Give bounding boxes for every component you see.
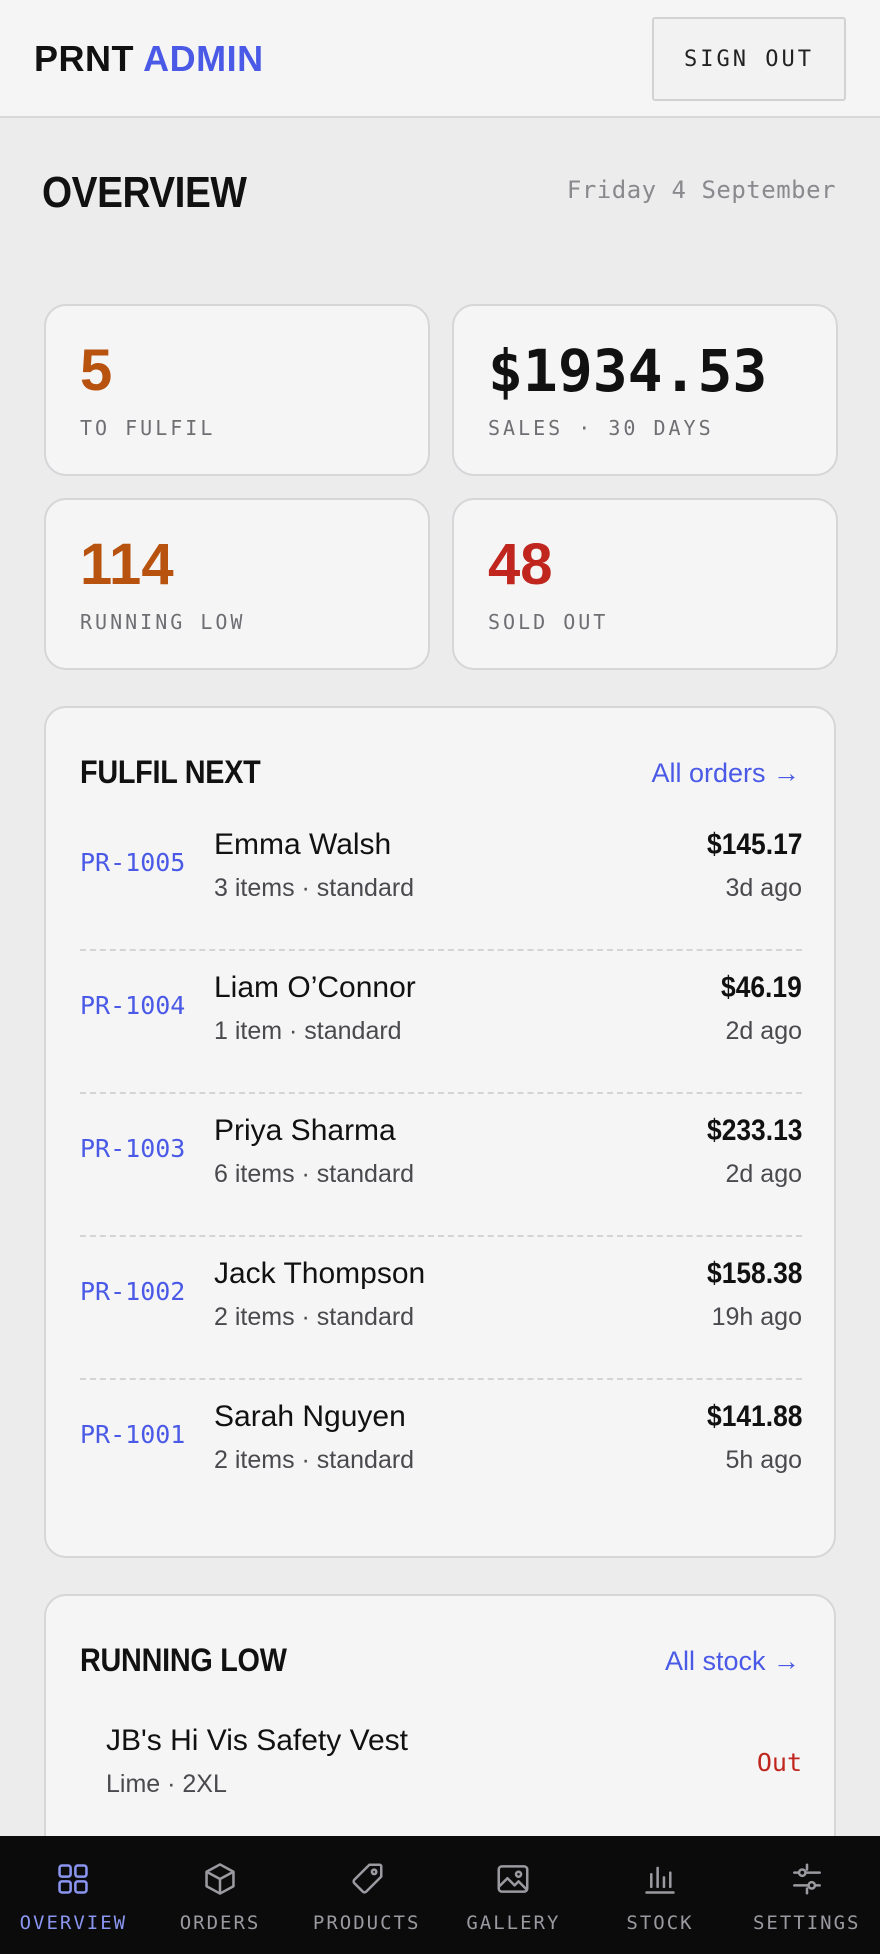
- stat-label: SALES · 30 DAYS: [488, 416, 714, 440]
- stat-value: 48: [488, 532, 553, 597]
- stat-card-sales[interactable]: $1934.53 SALES · 30 DAYS: [452, 304, 838, 476]
- fulfil-next-panel: FULFIL NEXT All orders → PR-1005 Emma Wa…: [44, 706, 836, 1558]
- order-row[interactable]: PR-1001 Sarah Nguyen 2 items · standard …: [80, 1380, 802, 1523]
- tag-icon: [352, 1863, 383, 1894]
- order-age: 3d ago: [725, 874, 802, 902]
- nav-item-stock[interactable]: STOCK: [587, 1836, 734, 1954]
- customer-name: Sarah Nguyen: [214, 1400, 406, 1433]
- bottom-nav: OVERVIEW ORDERS PRODUCTS GALLERY STOCK S…: [0, 1836, 880, 1954]
- order-age: 2d ago: [725, 1017, 802, 1045]
- stat-label: TO FULFIL: [80, 416, 216, 440]
- all-stock-link[interactable]: All stock →: [665, 1646, 800, 1677]
- order-age: 5h ago: [725, 1446, 802, 1474]
- customer-name: Emma Walsh: [214, 828, 392, 861]
- nav-item-products[interactable]: PRODUCTS: [293, 1836, 440, 1954]
- page-title: OVERVIEW: [42, 168, 247, 217]
- nav-label: ORDERS: [179, 1912, 261, 1934]
- sliders-icon: [792, 1863, 821, 1895]
- order-age: 19h ago: [711, 1303, 802, 1331]
- order-meta: 6 items · standard: [214, 1160, 415, 1188]
- box-icon: [205, 1863, 235, 1895]
- order-amount: $158.38: [706, 1257, 802, 1290]
- stat-card-sold-out[interactable]: 48 SOLD OUT: [452, 498, 838, 670]
- nav-item-gallery[interactable]: GALLERY: [440, 1836, 587, 1954]
- grid-icon: [58, 1864, 89, 1894]
- customer-name: Liam O’Connor: [214, 971, 416, 1004]
- order-meta: 1 item · standard: [214, 1017, 402, 1045]
- nav-item-overview[interactable]: OVERVIEW: [0, 1836, 147, 1954]
- stat-value: 114: [80, 532, 174, 597]
- product-variant: Lime · 2XL: [106, 1770, 227, 1798]
- current-date: Friday 4 September: [566, 176, 836, 204]
- nav-item-settings[interactable]: SETTINGS: [733, 1836, 880, 1954]
- order-row[interactable]: PR-1002 Jack Thompson 2 items · standard…: [80, 1237, 802, 1380]
- order-id: PR-1002: [80, 1277, 186, 1306]
- brand-name: PRNT: [34, 38, 134, 79]
- order-amount: $46.19: [721, 971, 802, 1004]
- order-id: PR-1003: [80, 1134, 186, 1163]
- order-row[interactable]: PR-1003 Priya Sharma 6 items · standard …: [80, 1094, 802, 1237]
- brand-logo[interactable]: PRNT ADMIN: [34, 38, 264, 80]
- customer-name: Jack Thompson: [214, 1257, 426, 1290]
- stat-card-running-low[interactable]: 114 RUNNING LOW: [44, 498, 430, 670]
- order-id: PR-1004: [80, 991, 186, 1020]
- stock-row[interactable]: JB's Hi Vis Safety Vest Lime · 2XL Out: [80, 1724, 802, 1844]
- all-orders-link[interactable]: All orders →: [651, 758, 800, 789]
- top-bar: PRNT ADMIN SIGN OUT: [0, 0, 880, 118]
- order-age: 2d ago: [725, 1160, 802, 1188]
- order-amount: $145.17: [706, 828, 802, 861]
- stock-status: Out: [756, 1748, 802, 1777]
- panel-title: FULFIL NEXT: [80, 754, 261, 790]
- sign-out-button[interactable]: SIGN OUT: [652, 17, 846, 101]
- nav-label: PRODUCTS: [312, 1912, 421, 1934]
- nav-label: STOCK: [626, 1912, 694, 1934]
- order-amount: $233.13: [706, 1114, 802, 1147]
- brand-admin-label: ADMIN: [143, 38, 264, 79]
- image-icon: [497, 1865, 529, 1893]
- order-amount: $141.88: [706, 1400, 802, 1433]
- nav-item-orders[interactable]: ORDERS: [147, 1836, 294, 1954]
- order-row[interactable]: PR-1004 Liam O’Connor 1 item · standard …: [80, 951, 802, 1094]
- order-row[interactable]: PR-1005 Emma Walsh 3 items · standard $1…: [80, 808, 802, 951]
- stat-card-to-fulfil[interactable]: 5 TO FULFIL: [44, 304, 430, 476]
- bar-chart-icon: [645, 1866, 675, 1894]
- order-id: PR-1001: [80, 1420, 186, 1449]
- stat-value: $1934.53: [488, 337, 768, 405]
- stat-label: SOLD OUT: [488, 610, 609, 634]
- nav-label: GALLERY: [466, 1912, 561, 1934]
- product-name: JB's Hi Vis Safety Vest: [106, 1724, 408, 1757]
- order-meta: 3 items · standard: [214, 874, 415, 902]
- stat-label: RUNNING LOW: [80, 610, 246, 634]
- nav-label: SETTINGS: [752, 1912, 861, 1934]
- order-id: PR-1005: [80, 848, 186, 877]
- panel-title: RUNNING LOW: [80, 1642, 287, 1678]
- order-meta: 2 items · standard: [214, 1446, 415, 1474]
- nav-label: OVERVIEW: [19, 1912, 128, 1934]
- order-meta: 2 items · standard: [214, 1303, 415, 1331]
- stat-value: 5: [80, 338, 113, 403]
- customer-name: Priya Sharma: [214, 1114, 396, 1147]
